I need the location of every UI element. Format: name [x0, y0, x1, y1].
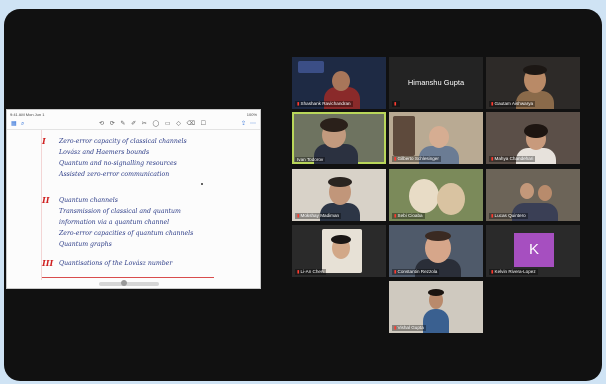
video-tile[interactable]: K ▮Kelvin Rivera-Lopez: [486, 225, 580, 277]
note-line: Transmission of classical and quantum: [59, 208, 181, 215]
muted-mic-icon: ▮: [394, 156, 397, 161]
drawing-tools[interactable]: ⟲ ⟳ ✎ ✐ ✂ ◯ ▭ ◇ ⌫ ☐: [99, 120, 208, 127]
note-line: Quantisations of the Lovász number: [59, 260, 173, 267]
muted-mic-icon: ▮: [394, 269, 397, 274]
note-line: Quantum and no-signalling resources: [59, 160, 177, 167]
search-icon[interactable]: ⌕: [21, 121, 24, 127]
muted-mic-indicator: ▮: [392, 101, 400, 107]
participant-name-label: ▮Lucas Quintero: [489, 213, 528, 219]
video-tile[interactable]: ▮Vishal Gupta: [389, 281, 483, 333]
note-line: Zero-error capacity of classical channel…: [59, 138, 187, 145]
page-scrubber[interactable]: [99, 280, 159, 286]
shared-screen: 9:41 AM Mon Jun 1 100% ▦ ⌕ ⟲ ⟳ ✎ ✐ ✂ ◯ ▭…: [6, 109, 261, 289]
participant-name-label: ▮Li-An Chen: [295, 269, 326, 275]
sidebar-icon[interactable]: ▦: [11, 121, 17, 127]
share-icon[interactable]: ⇪: [241, 121, 246, 127]
participant-name-center: Himanshu Gupta: [407, 78, 465, 87]
participant-name-label: ▮Shashank Ravichandran: [295, 101, 353, 107]
video-tile[interactable]: ▮Constantin Rezzola: [389, 225, 483, 277]
video-tile[interactable]: Himanshu Gupta ▮: [389, 57, 483, 109]
participant-name-label: ▮Kelvin Rivera-Lopez: [489, 269, 538, 275]
muted-mic-icon: ▮: [394, 325, 397, 330]
muted-mic-icon: ▮: [297, 101, 300, 106]
page-scrubber-knob[interactable]: [121, 280, 127, 286]
note-line: Quantum graphs: [59, 241, 112, 248]
muted-mic-icon: ▮: [394, 213, 397, 218]
video-tile[interactable]: ▮Gilberto Schlesinger: [389, 112, 483, 164]
muted-mic-icon: ▮: [491, 269, 494, 274]
zoom-window: 9:41 AM Mon Jun 1 100% ▦ ⌕ ⟲ ⟳ ✎ ✐ ✂ ◯ ▭…: [4, 9, 602, 381]
participant-name-label: ▮Mahya Chandehari: [489, 156, 536, 162]
avatar-initial: K: [514, 233, 554, 267]
muted-mic-icon: ▮: [491, 213, 494, 218]
pen-dot: [201, 183, 203, 185]
muted-mic-icon: ▮: [491, 101, 494, 106]
status-battery: 100%: [246, 112, 257, 117]
note-line: Zero-error capacities of quantum channel…: [59, 230, 194, 237]
muted-mic-icon: ▮: [394, 101, 397, 106]
participant-name-label: ▮Sebi Cioaba: [392, 213, 425, 219]
status-time: 9:41 AM Mon Jun 1: [10, 112, 45, 117]
video-tile[interactable]: ▮Mokshay Madiman: [292, 169, 386, 221]
note-line: information via a quantum channel: [59, 219, 170, 226]
bullet-3: III: [42, 258, 54, 268]
participant-name-label: ▮Constantin Rezzola: [392, 269, 440, 275]
participant-name-label: Ivan Todorov: [295, 157, 326, 162]
video-tile[interactable]: ▮Gautam Aishwarya: [486, 57, 580, 109]
video-tile[interactable]: ▮Li-An Chen: [292, 225, 386, 277]
bullet-2: II: [42, 195, 50, 205]
note-line: Assisted zero-error communication: [59, 171, 170, 178]
participant-name-label: ▮Mokshay Madiman: [295, 213, 342, 219]
bullet-1: I: [42, 136, 46, 146]
muted-mic-icon: ▮: [297, 213, 300, 218]
underline-stroke: [42, 277, 214, 278]
video-tile[interactable]: ▮Mahya Chandehari: [486, 112, 580, 164]
video-tile[interactable]: ▮Lucas Quintero: [486, 169, 580, 221]
participant-name-label: ▮Vishal Gupta: [392, 325, 426, 331]
muted-mic-icon: ▮: [297, 269, 300, 274]
video-tile-active-speaker[interactable]: Ivan Todorov: [292, 112, 386, 164]
note-line: Quantum channels: [59, 197, 118, 204]
more-icon[interactable]: ⋯: [250, 121, 256, 127]
notes-toolbar: ▦ ⌕ ⟲ ⟳ ✎ ✐ ✂ ◯ ▭ ◇ ⌫ ☐ ⇪ ⋯: [7, 119, 260, 130]
note-line: Lovász and Haemers bounds: [59, 149, 150, 156]
muted-mic-icon: ▮: [491, 156, 494, 161]
video-tile[interactable]: ▮Shashank Ravichandran: [292, 57, 386, 109]
participant-name-label: ▮Gautam Aishwarya: [489, 101, 536, 107]
participant-name-label: ▮Gilberto Schlesinger: [392, 156, 441, 162]
video-tile[interactable]: ▮Sebi Cioaba: [389, 169, 483, 221]
